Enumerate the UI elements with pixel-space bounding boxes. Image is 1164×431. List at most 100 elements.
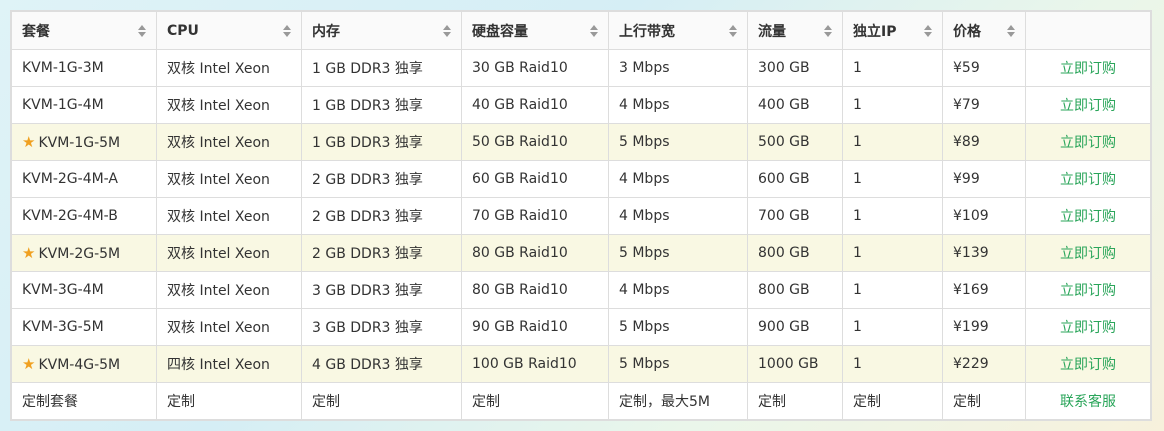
cell-traffic-text: 400 GB [758, 97, 810, 113]
cell-ip: 1 [842, 160, 943, 198]
cell-price: ¥109 [942, 197, 1026, 235]
column-header-plan[interactable]: 套餐 [11, 11, 157, 50]
column-header-label: 内存 [312, 23, 340, 40]
cell-cpu-text: 双核 Intel Xeon [167, 209, 270, 225]
cell-cpu-text: 双核 Intel Xeon [167, 98, 270, 114]
sort-icon[interactable] [824, 24, 832, 37]
contact-support-link[interactable]: 联系客服 [1025, 382, 1151, 420]
cell-ip-text: 1 [853, 134, 862, 150]
cell-ip: 1 [842, 308, 943, 346]
cell-bandwidth-text: 定制，最大5M [619, 394, 710, 410]
cell-price-text: ¥89 [953, 134, 980, 150]
cell-ip-text: 1 [853, 60, 862, 76]
cell-price-text: ¥109 [953, 208, 989, 224]
table-row: ★ KVM-1G-5M 双核 Intel Xeon 1 GB DDR3 独享 50 GB… [11, 123, 1151, 161]
column-header-disk[interactable]: 硬盘容量 [461, 11, 609, 50]
column-header-cpu[interactable]: CPU [156, 11, 302, 50]
column-header-memory[interactable]: 内存 [301, 11, 462, 50]
cell-memory-text: 3 GB DDR3 独享 [312, 320, 423, 336]
cell-traffic-text: 800 GB [758, 245, 810, 261]
table-row: KVM-1G-4M 双核 Intel Xeon 1 GB DDR3 独享 40 GB … [11, 86, 1151, 124]
cell-disk-text: 80 GB Raid10 [472, 282, 568, 298]
cell-memory-text: 2 GB DDR3 独享 [312, 172, 423, 188]
sort-icon[interactable] [138, 24, 146, 37]
cell-traffic-text: 1000 GB [758, 356, 819, 372]
cell-traffic: 定制 [747, 382, 843, 420]
cell-traffic-text: 300 GB [758, 60, 810, 76]
cell-cpu: 双核 Intel Xeon [156, 308, 302, 346]
column-header-traffic[interactable]: 流量 [747, 11, 843, 50]
cell-price-text: 定制 [953, 394, 981, 410]
cell-memory-text: 1 GB DDR3 独享 [312, 98, 423, 114]
cell-cpu: 双核 Intel Xeon [156, 197, 302, 235]
cell-bandwidth-text: 4 Mbps [619, 208, 670, 224]
cell-traffic: 800 GB [747, 234, 843, 272]
column-header-ip[interactable]: 独立IP [842, 11, 943, 50]
cell-disk: 80 GB Raid10 [461, 234, 609, 272]
sort-icon[interactable] [283, 24, 291, 37]
cell-plan: KVM-3G-4M [11, 271, 157, 309]
order-now-link[interactable]: 立即订购 [1025, 123, 1151, 161]
cell-cpu-text: 双核 Intel Xeon [167, 135, 270, 151]
cell-bandwidth-text: 4 Mbps [619, 282, 670, 298]
pricing-table-container: 套餐 CPU 内存 硬盘容量 上行带宽 流量 独立IP 价格 KVM-1G-3M… [10, 10, 1152, 421]
cell-bandwidth-text: 5 Mbps [619, 134, 670, 150]
cell-plan: KVM-2G-4M-A [11, 160, 157, 198]
order-now-link[interactable]: 立即订购 [1025, 197, 1151, 235]
column-header-action [1025, 11, 1151, 50]
order-now-link[interactable]: 立即订购 [1025, 308, 1151, 346]
cell-disk-text: 40 GB Raid10 [472, 97, 568, 113]
cell-traffic: 300 GB [747, 49, 843, 87]
cell-traffic: 1000 GB [747, 345, 843, 383]
cell-bandwidth-text: 5 Mbps [619, 245, 670, 261]
cell-plan: ★ KVM-4G-5M [11, 345, 157, 383]
cell-cpu: 双核 Intel Xeon [156, 86, 302, 124]
cell-ip-text: 1 [853, 245, 862, 261]
cell-bandwidth-text: 4 Mbps [619, 97, 670, 113]
sort-icon[interactable] [729, 24, 737, 37]
order-now-link[interactable]: 立即订购 [1025, 234, 1151, 272]
order-now-link[interactable]: 立即订购 [1025, 345, 1151, 383]
column-header-bandwidth[interactable]: 上行带宽 [608, 11, 748, 50]
cell-bandwidth: 5 Mbps [608, 234, 748, 272]
order-now-link[interactable]: 立即订购 [1025, 271, 1151, 309]
cell-bandwidth: 3 Mbps [608, 49, 748, 87]
table-row: KVM-3G-5M 双核 Intel Xeon 3 GB DDR3 独享 90 GB … [11, 308, 1151, 346]
cell-price: ¥139 [942, 234, 1026, 272]
cell-traffic-text: 600 GB [758, 171, 810, 187]
sort-icon[interactable] [1007, 24, 1015, 37]
column-header-price[interactable]: 价格 [942, 11, 1026, 50]
star-icon: ★ [22, 244, 36, 262]
cell-price-text: ¥199 [953, 319, 989, 335]
cell-cpu: 双核 Intel Xeon [156, 271, 302, 309]
star-icon: ★ [22, 133, 36, 151]
cell-bandwidth: 4 Mbps [608, 160, 748, 198]
cell-memory: 1 GB DDR3 独享 [301, 86, 462, 124]
order-now-link[interactable]: 立即订购 [1025, 49, 1151, 87]
cell-traffic-text: 定制 [758, 394, 786, 410]
order-now-link[interactable]: 立即订购 [1025, 160, 1151, 198]
cell-cpu-text: 双核 Intel Xeon [167, 283, 270, 299]
sort-icon[interactable] [924, 24, 932, 37]
cell-memory-text: 2 GB DDR3 独享 [312, 246, 423, 262]
cell-disk-text: 90 GB Raid10 [472, 319, 568, 335]
cell-cpu: 定制 [156, 382, 302, 420]
cell-memory-text: 3 GB DDR3 独享 [312, 283, 423, 299]
sort-icon[interactable] [590, 24, 598, 37]
cell-price: ¥89 [942, 123, 1026, 161]
cell-cpu-text: 双核 Intel Xeon [167, 172, 270, 188]
cell-disk: 定制 [461, 382, 609, 420]
cell-bandwidth-text: 3 Mbps [619, 60, 670, 76]
cell-cpu-text: 双核 Intel Xeon [167, 61, 270, 77]
cell-traffic: 900 GB [747, 308, 843, 346]
cell-disk-text: 50 GB Raid10 [472, 134, 568, 150]
cell-plan: ★ KVM-1G-5M [11, 123, 157, 161]
order-now-link[interactable]: 立即订购 [1025, 86, 1151, 124]
sort-icon[interactable] [443, 24, 451, 37]
cell-memory: 定制 [301, 382, 462, 420]
column-header-label: 套餐 [22, 23, 50, 40]
table-row: KVM-3G-4M 双核 Intel Xeon 3 GB DDR3 独享 80 GB … [11, 271, 1151, 309]
cell-cpu: 双核 Intel Xeon [156, 49, 302, 87]
cell-traffic-text: 800 GB [758, 282, 810, 298]
cell-cpu: 双核 Intel Xeon [156, 123, 302, 161]
